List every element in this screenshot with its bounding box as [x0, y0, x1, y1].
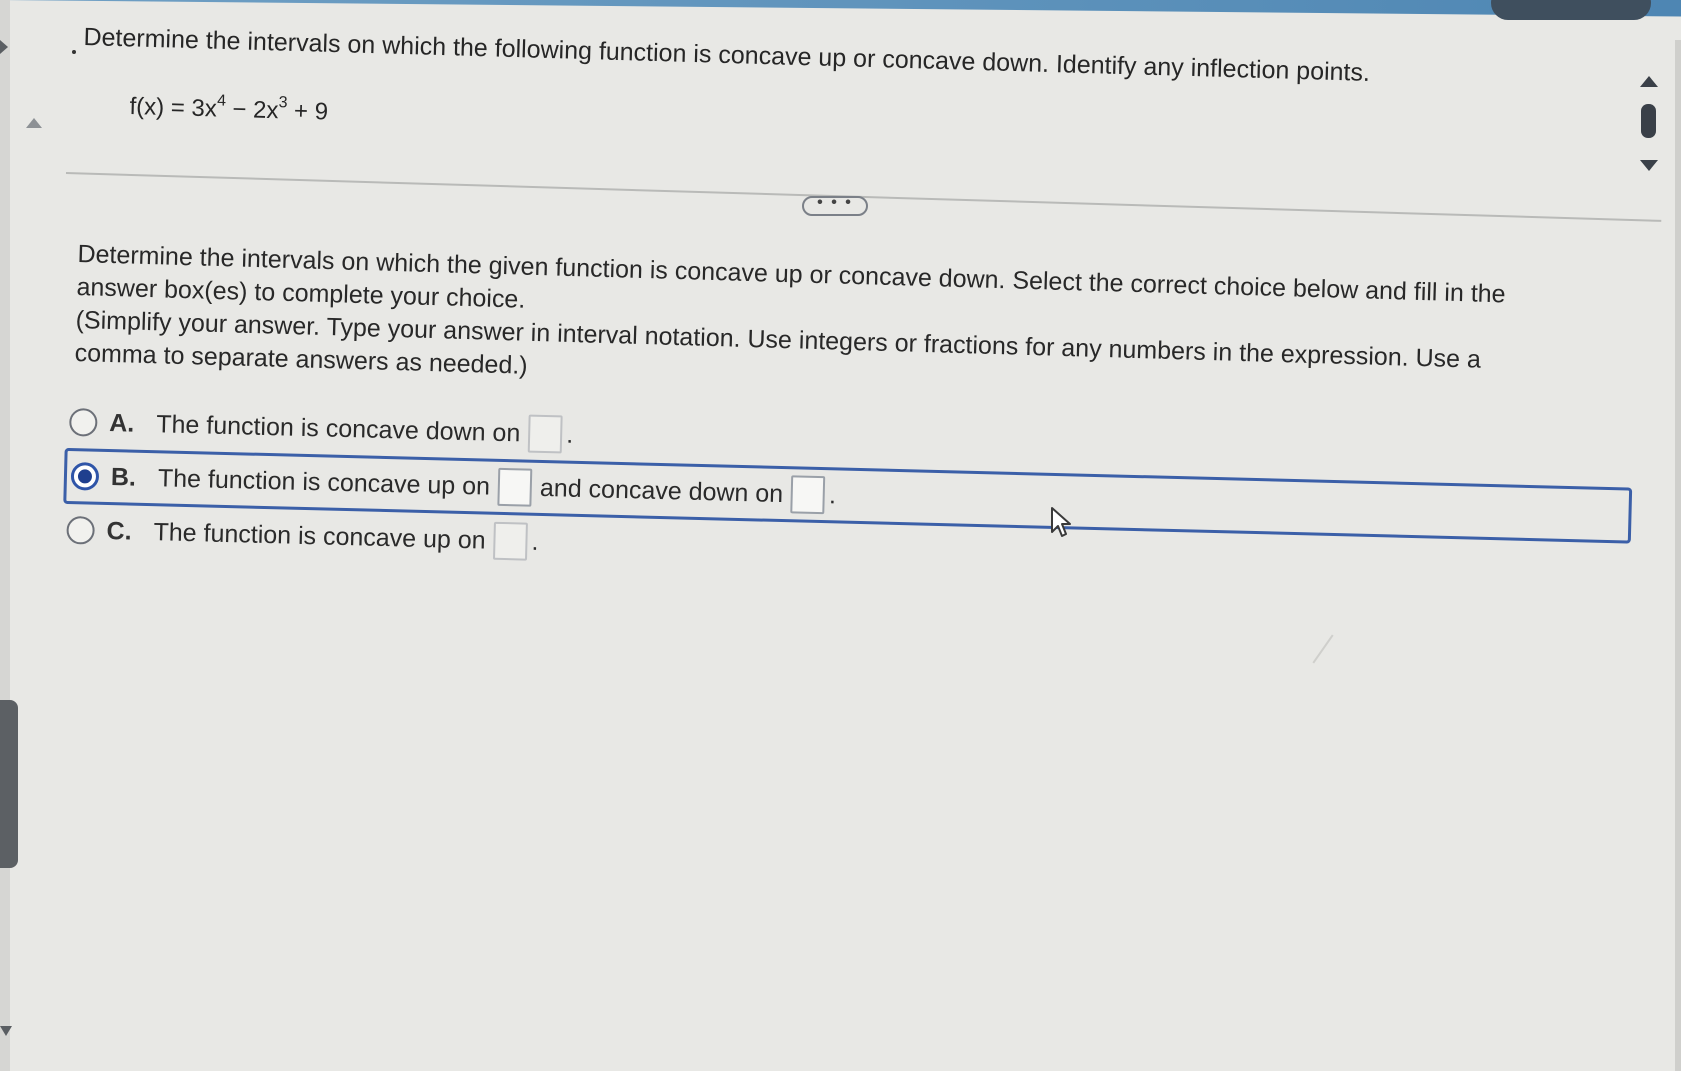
answer-box-b-up[interactable]: [497, 467, 533, 507]
mouse-pointer-icon: [1050, 506, 1076, 545]
instructions: Determine the intervals on which the giv…: [74, 238, 1617, 413]
screen-mark: [1312, 634, 1334, 664]
screen: Determine the intervals on which the fol…: [0, 0, 1681, 1071]
scroll-up-icon[interactable]: [1640, 76, 1658, 87]
answer-choices: A. The function is concave down on . B. …: [63, 396, 1650, 596]
function-expression: f(x) = 3x4 − 2x3 + 9: [129, 90, 328, 127]
answer-box-c[interactable]: [493, 521, 529, 561]
period: .: [565, 420, 574, 449]
right-edge: [1675, 40, 1681, 1071]
left-arrow-icon[interactable]: [0, 40, 8, 54]
choice-c-text: The function is concave up on: [153, 517, 486, 555]
top-menu-pill[interactable]: [1491, 0, 1651, 20]
question-prompt: Determine the intervals on which the fol…: [83, 22, 1371, 87]
expand-more-button[interactable]: • • •: [802, 195, 868, 216]
function-tail: + 9: [286, 97, 329, 126]
choice-b-text-2: and concave down on: [539, 473, 784, 508]
answer-box-b-down[interactable]: [790, 475, 826, 515]
choice-a-text: The function is concave down on: [155, 409, 521, 447]
top-bar: [0, 0, 1681, 17]
choice-b-letter: B.: [110, 462, 137, 492]
radio-c[interactable]: [66, 515, 95, 545]
choice-b-text-1: The function is concave up on: [157, 463, 491, 501]
choice-c-letter: C.: [106, 516, 132, 546]
collapse-caret-up-icon[interactable]: [26, 118, 42, 128]
answer-box-a[interactable]: [527, 414, 563, 454]
period: .: [531, 527, 539, 556]
left-arrow-down-icon[interactable]: [0, 1026, 12, 1036]
radio-a[interactable]: [68, 407, 98, 437]
radio-b[interactable]: [70, 462, 100, 491]
choice-a-letter: A.: [108, 408, 135, 438]
question-scroller: [1636, 76, 1660, 176]
radio-selected-dot-icon: [77, 469, 93, 484]
scroll-thumb[interactable]: [1641, 104, 1656, 138]
left-scrollbar-thumb[interactable]: [0, 700, 18, 868]
scroll-down-icon[interactable]: [1640, 160, 1658, 171]
bullet-dot: [72, 50, 76, 54]
function-lhs: f(x) = 3x: [129, 92, 218, 123]
period: .: [828, 480, 837, 509]
left-edge: [0, 0, 10, 1071]
function-mid: − 2x: [225, 95, 279, 125]
